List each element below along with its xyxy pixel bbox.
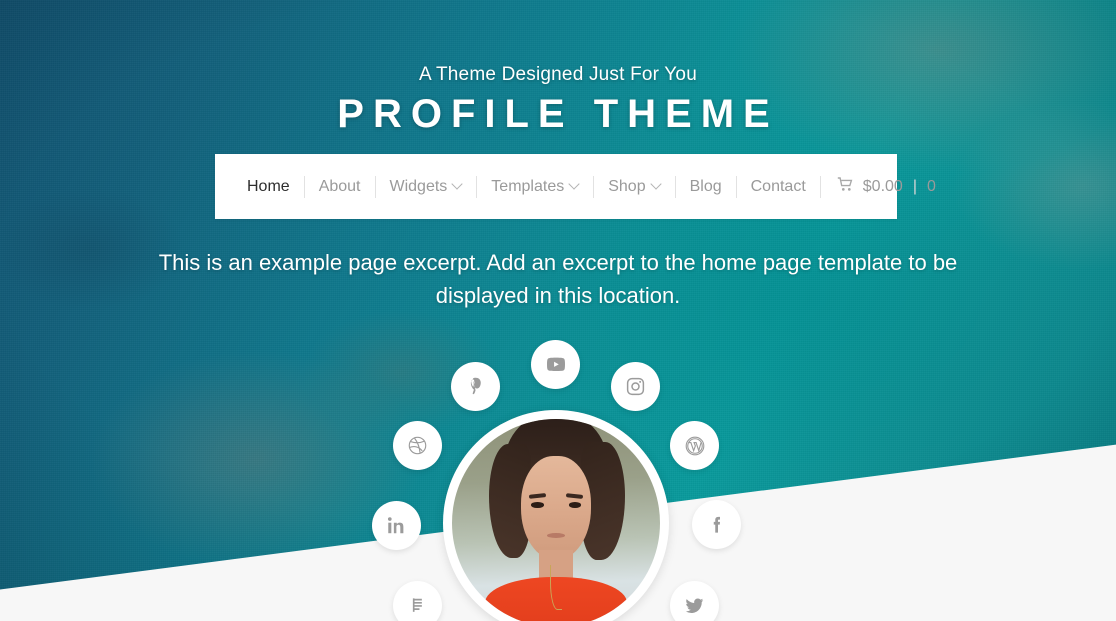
nav-item-contact[interactable]: Contact [737,177,820,195]
nav-item-label: About [318,177,361,195]
avatar-photo [452,419,660,621]
nav-item-templates[interactable]: Templates [477,177,593,195]
nav-item-widgets[interactable]: Widgets [376,177,477,195]
shopping-cart-icon [837,177,854,196]
profile-avatar [443,410,669,621]
linkedin-icon[interactable] [372,501,421,550]
page-root: A Theme Designed Just For You PROFILE TH… [0,0,1116,621]
nav-item-label: Blog [689,177,722,195]
nav-item-label: Widgets [389,177,448,195]
nav-item-label: Shop [608,177,646,195]
nav-item-shop[interactable]: Shop [594,177,674,195]
facebook-icon[interactable] [692,500,741,549]
nav-item-label: Home [247,177,290,195]
cart-item-count: 0 [926,177,936,195]
youtube-icon[interactable] [531,340,580,389]
nav-item-label: Contact [750,177,806,195]
nav-item-home[interactable]: Home [239,177,304,195]
avatar-eye-right [568,502,581,508]
wordpress-icon[interactable] [670,421,719,470]
avatar-face [520,456,592,561]
vine-icon[interactable] [451,362,500,411]
site-tagline: A Theme Designed Just For You [419,64,697,85]
cart-amount: $0.00 [862,177,903,195]
cart-separator: | [912,177,917,195]
site-title: PROFILE THEME [337,92,779,136]
avatar-eye-left [531,502,544,508]
tumblr-icon[interactable] [393,581,442,621]
twitter-icon[interactable] [670,581,719,621]
nav-item-about[interactable]: About [305,177,375,195]
nav-item-label: Templates [491,177,565,195]
chevron-down-icon [570,180,579,189]
hero-excerpt: This is an example page excerpt. Add an … [158,250,958,308]
cart-link[interactable]: $0.00 | 0 [821,177,950,196]
dribbble-icon[interactable] [393,421,442,470]
chevron-down-icon [453,180,462,189]
nav-item-blog[interactable]: Blog [676,177,736,195]
primary-navigation[interactable]: Home About Widgets Templates Shop Blog Contact… [215,154,936,219]
instagram-icon[interactable] [611,362,660,411]
chevron-down-icon [652,180,661,189]
